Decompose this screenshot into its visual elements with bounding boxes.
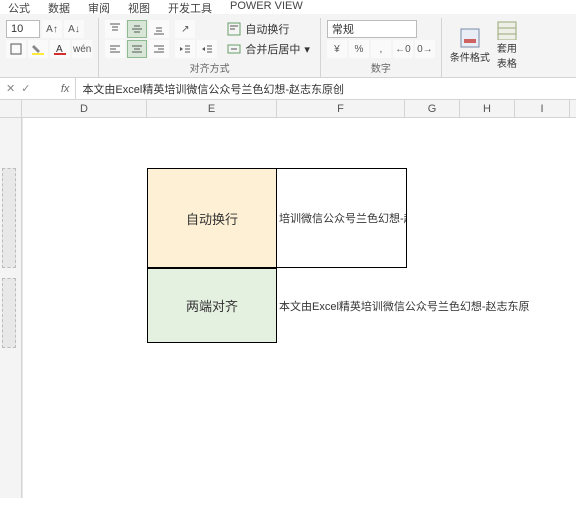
table-style-label: 套用 表格 bbox=[497, 40, 517, 70]
select-all-corner[interactable] bbox=[0, 100, 22, 117]
fill-color-icon[interactable] bbox=[28, 40, 48, 58]
alignment-group-label: 对齐方式 bbox=[190, 60, 230, 75]
align-center-icon[interactable] bbox=[127, 40, 147, 58]
merge-center-label: 合并后居中 bbox=[245, 41, 300, 57]
orientation-icon[interactable]: ↗ bbox=[175, 20, 195, 38]
cell-auto-wrap[interactable]: 自动换行 bbox=[147, 168, 277, 268]
menu-bar: 公式 数据 审阅 视图 开发工具 POWER VIEW bbox=[0, 0, 576, 14]
conditional-format-button[interactable]: 条件格式 bbox=[448, 20, 492, 70]
font-group: 10 A↑ A↓ A wén bbox=[0, 18, 99, 77]
currency-icon[interactable]: ¥ bbox=[327, 40, 347, 58]
grid[interactable]: 自动换行 培训微信公众号兰色幻想-赵志东原创 两端对齐 本文由Excel精英培训… bbox=[0, 118, 576, 498]
formula-bar: ✕ ✓ fx 本文由Excel精英培训微信公众号兰色幻想-赵志东原创 bbox=[0, 78, 576, 100]
table-style-button[interactable]: 套用 表格 bbox=[492, 20, 522, 70]
percent-icon[interactable]: % bbox=[349, 40, 369, 58]
align-left-icon[interactable] bbox=[105, 40, 125, 58]
column-header[interactable]: D bbox=[22, 100, 147, 117]
alignment-group: ↗ 自动换行 合并后居中 ▾ 对齐方式 bbox=[99, 18, 321, 77]
menu-item[interactable]: 公式 bbox=[8, 0, 30, 14]
font-color-icon[interactable]: A bbox=[50, 40, 70, 58]
row-headers bbox=[0, 118, 22, 498]
wrap-text-button[interactable]: 自动换行 bbox=[223, 20, 314, 38]
column-header[interactable]: G bbox=[405, 100, 460, 117]
phonetic-icon[interactable]: wén bbox=[72, 40, 92, 58]
column-headers: D E F G H I bbox=[0, 100, 576, 118]
enter-icon[interactable]: ✓ bbox=[21, 82, 30, 95]
formula-input[interactable]: 本文由Excel精英培训微信公众号兰色幻想-赵志东原创 bbox=[76, 81, 576, 97]
align-bottom-icon[interactable] bbox=[149, 20, 169, 38]
conditional-format-label: 条件格式 bbox=[450, 49, 490, 64]
align-top-icon[interactable] bbox=[105, 20, 125, 38]
increase-indent-icon[interactable] bbox=[197, 40, 217, 58]
spreadsheet: D E F G H I 自动换行 培训微信公众号兰色幻想-赵志东原创 两端对齐 … bbox=[0, 100, 576, 498]
border-icon[interactable] bbox=[6, 40, 26, 58]
menu-item[interactable]: 视图 bbox=[128, 0, 150, 14]
column-header[interactable]: F bbox=[277, 100, 405, 117]
increase-font-icon[interactable]: A↑ bbox=[42, 20, 62, 38]
comma-icon[interactable]: , bbox=[371, 40, 391, 58]
merge-center-button[interactable]: 合并后居中 ▾ bbox=[223, 40, 314, 58]
menu-item[interactable]: 审阅 bbox=[88, 0, 110, 14]
number-group-label: 数字 bbox=[371, 60, 391, 75]
menu-item[interactable]: 开发工具 bbox=[168, 0, 212, 14]
styles-group: 条件格式 套用 表格 bbox=[442, 18, 528, 77]
decrease-indent-icon[interactable] bbox=[175, 40, 195, 58]
row-selection-indicator bbox=[2, 168, 16, 268]
ribbon: 10 A↑ A↓ A wén ↗ bbox=[0, 14, 576, 78]
cell-text-1[interactable]: 培训微信公众号兰色幻想-赵志东原创 bbox=[277, 168, 407, 268]
number-group: 常规 ¥ % , ←0 0→ 数字 bbox=[321, 18, 442, 77]
column-header[interactable]: H bbox=[460, 100, 515, 117]
column-header[interactable]: E bbox=[147, 100, 277, 117]
align-right-icon[interactable] bbox=[149, 40, 169, 58]
menu-item[interactable]: 数据 bbox=[48, 0, 70, 14]
cell-text-2[interactable]: 本文由Excel精英培训微信公众号兰色幻想-赵志东原 bbox=[279, 298, 530, 314]
wrap-text-label: 自动换行 bbox=[245, 21, 289, 37]
font-size-input[interactable]: 10 bbox=[6, 20, 40, 38]
number-format-dropdown[interactable]: 常规 bbox=[327, 20, 417, 38]
menu-item[interactable]: POWER VIEW bbox=[230, 0, 303, 14]
increase-decimal-icon[interactable]: ←0 bbox=[393, 40, 413, 58]
cell-justify[interactable]: 两端对齐 bbox=[147, 268, 277, 343]
chevron-down-icon: ▾ bbox=[304, 43, 310, 56]
row-selection-indicator bbox=[2, 278, 16, 348]
align-middle-icon[interactable] bbox=[127, 20, 147, 38]
cancel-icon[interactable]: ✕ bbox=[6, 82, 15, 95]
decrease-decimal-icon[interactable]: 0→ bbox=[415, 40, 435, 58]
decrease-font-icon[interactable]: A↓ bbox=[64, 20, 84, 38]
column-header[interactable]: I bbox=[515, 100, 570, 117]
fx-icon[interactable]: fx bbox=[36, 78, 76, 99]
